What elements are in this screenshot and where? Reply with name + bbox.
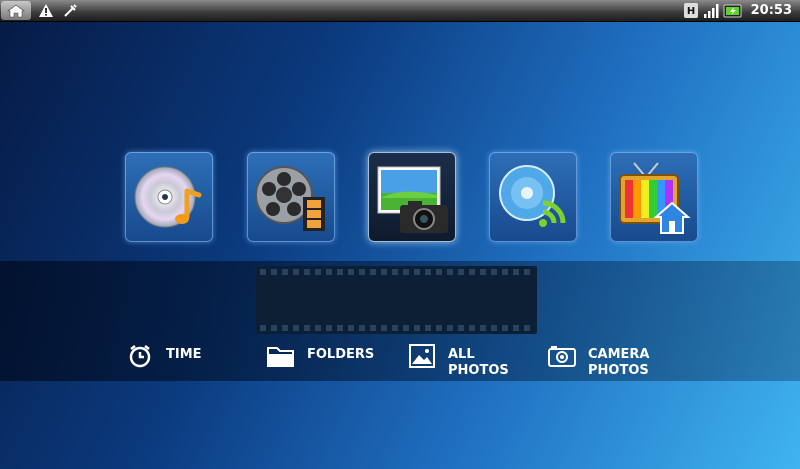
sort-camera-photos[interactable]: CAMERA PHOTOS	[548, 344, 658, 379]
svg-text:H: H	[686, 6, 694, 17]
folder-icon	[267, 344, 295, 368]
sort-camera-photos-label: CAMERA PHOTOS	[588, 347, 658, 379]
sort-folders[interactable]: FOLDERS	[267, 344, 377, 368]
usb-debug-icon	[61, 2, 79, 20]
sort-folders-label: FOLDERS	[307, 347, 375, 362]
status-bar: H 20:53	[0, 0, 800, 22]
sort-camera-photos-line1: CAMERA	[588, 347, 650, 362]
sort-all-photos-label: ALL PHOTOS	[448, 347, 518, 379]
camera-icon	[548, 344, 576, 368]
photos-tile[interactable]	[368, 152, 456, 242]
signal-icon	[703, 3, 719, 19]
hsdpa-icon: H	[683, 2, 699, 19]
online-tile[interactable]	[489, 152, 577, 242]
sort-time[interactable]: TIME	[126, 344, 236, 368]
sort-all-photos-line2: PHOTOS	[448, 363, 509, 378]
home-icon[interactable]	[1, 1, 31, 20]
photos-camera-icon	[377, 166, 448, 233]
sort-time-label: TIME	[166, 347, 202, 362]
film-reel-icon	[255, 166, 325, 231]
tv-tile[interactable]	[610, 152, 698, 242]
clock-icon	[126, 344, 154, 368]
image-icon	[408, 344, 436, 368]
sort-all-photos-line1: ALL	[448, 347, 475, 362]
videos-tile[interactable]	[247, 152, 335, 242]
battery-icon	[723, 3, 743, 19]
filmstrip[interactable]	[256, 266, 537, 334]
music-tile[interactable]	[125, 152, 213, 242]
warning-icon	[37, 2, 55, 20]
music-disc-icon	[134, 166, 202, 228]
sort-all-photos[interactable]: ALL PHOTOS	[408, 344, 518, 379]
online-disc-icon	[499, 165, 566, 227]
sort-camera-photos-line2: PHOTOS	[588, 363, 649, 378]
tv-home-icon	[619, 162, 691, 234]
status-clock: 20:53	[750, 3, 792, 18]
